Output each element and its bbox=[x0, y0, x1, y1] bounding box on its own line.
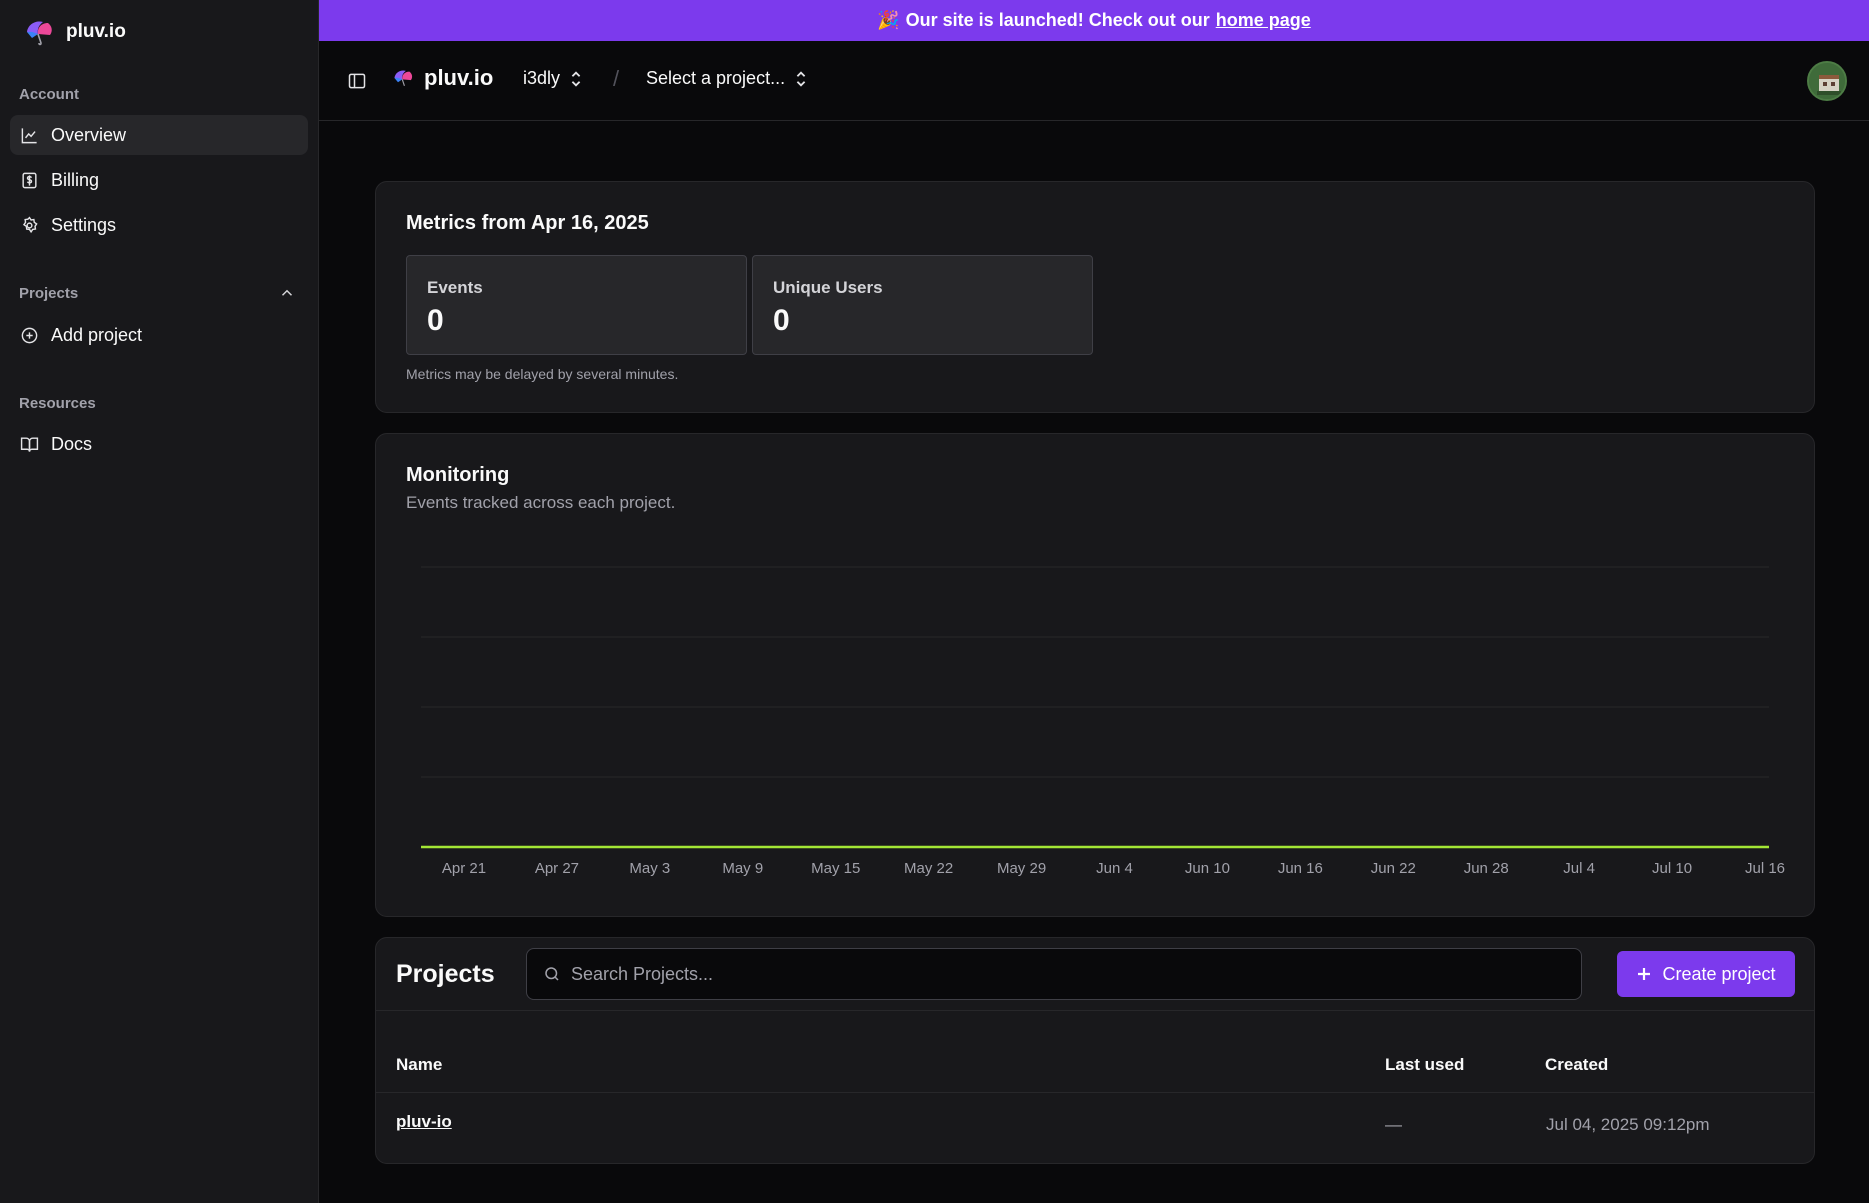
party-icon: 🎉 bbox=[877, 10, 900, 30]
project-link[interactable]: pluv-io bbox=[396, 1112, 452, 1132]
table-header-divider bbox=[376, 1092, 1814, 1093]
sidebar: pluv.io Account Overview Billing Setting… bbox=[0, 0, 319, 1203]
x-tick-label: Apr 21 bbox=[442, 860, 486, 877]
dollar-receipt-icon bbox=[22, 172, 37, 188]
x-tick-label: Jul 10 bbox=[1652, 860, 1692, 877]
x-tick-label: Jun 4 bbox=[1096, 860, 1133, 877]
create-project-button[interactable]: Create project bbox=[1617, 951, 1795, 997]
events-value: 0 bbox=[427, 304, 444, 337]
chart-line-icon bbox=[21, 127, 37, 143]
project-search[interactable] bbox=[526, 948, 1582, 1000]
projects-card: Projects Create project Name Last used C… bbox=[375, 937, 1815, 1164]
project-switcher[interactable]: Select a project... bbox=[646, 68, 809, 89]
sidebar-item-label: Add project bbox=[51, 324, 143, 345]
create-project-label: Create project bbox=[1662, 963, 1776, 984]
sidebar-item-label: Settings bbox=[51, 214, 117, 235]
sidebar-panel-icon bbox=[348, 73, 366, 89]
chevron-up-down-icon bbox=[796, 70, 806, 87]
section-resources: Resources bbox=[19, 395, 96, 412]
sidebar-toggle-button[interactable] bbox=[347, 69, 371, 93]
sidebar-item-add-project[interactable]: Add project bbox=[10, 315, 308, 355]
x-tick-label: Jun 28 bbox=[1464, 860, 1509, 877]
x-tick-label: Jul 4 bbox=[1563, 860, 1595, 877]
metrics-card: Metrics from Apr 16, 2025 Events 0 Uniqu… bbox=[375, 181, 1815, 413]
chevron-up-icon[interactable] bbox=[278, 284, 296, 302]
search-icon bbox=[545, 967, 559, 981]
book-icon bbox=[20, 436, 39, 452]
x-tick-label: May 15 bbox=[811, 860, 860, 877]
x-tick-label: Jun 16 bbox=[1278, 860, 1323, 877]
announcement-banner: 🎉 Our site is launched! Check out our ho… bbox=[319, 0, 1869, 41]
plus-circle-icon bbox=[21, 327, 38, 343]
events-label: Events bbox=[427, 278, 483, 297]
projects-title: Projects bbox=[396, 960, 495, 988]
x-tick-label: Jul 16 bbox=[1745, 860, 1785, 877]
top-bar: pluv.io i3dly / Select a project... bbox=[319, 41, 1869, 121]
section-projects: Projects bbox=[19, 285, 79, 302]
x-tick-label: May 22 bbox=[904, 860, 953, 877]
sidebar-item-docs[interactable]: Docs bbox=[10, 424, 308, 464]
breadcrumb-separator: / bbox=[613, 66, 620, 91]
pluv-logo-icon bbox=[27, 21, 52, 46]
metrics-title: Metrics from Apr 16, 2025 bbox=[406, 212, 649, 234]
banner-text: Our site is launched! Check out our bbox=[905, 10, 1210, 30]
sidebar-item-label: Billing bbox=[51, 169, 100, 190]
search-input[interactable] bbox=[571, 963, 1471, 985]
unique-users-label: Unique Users bbox=[773, 278, 883, 297]
monitoring-chart: Apr 21 Apr 27 May 3 May 9 May 15 May 22 May 29… bbox=[421, 566, 1785, 877]
sidebar-brand[interactable]: pluv.io bbox=[24, 18, 126, 46]
column-header-last-used: Last used bbox=[1385, 1055, 1465, 1074]
sidebar-item-settings[interactable]: Settings bbox=[10, 205, 308, 245]
unique-users-metric: Unique Users 0 bbox=[752, 255, 1093, 355]
chevron-up-down-icon bbox=[571, 70, 581, 87]
column-header-name: Name bbox=[396, 1055, 443, 1074]
project-switcher-label: Select a project... bbox=[646, 68, 786, 88]
plus-icon bbox=[1638, 968, 1651, 980]
topbar-brand[interactable]: pluv.io bbox=[392, 65, 493, 91]
brand-name: pluv.io bbox=[66, 21, 126, 42]
org-name: i3dly bbox=[523, 68, 561, 88]
column-header-created: Created bbox=[1545, 1055, 1609, 1074]
topbar-brand-name: pluv.io bbox=[424, 65, 494, 90]
project-created: Jul 04, 2025 09:12pm bbox=[1546, 1115, 1710, 1134]
unique-users-value: 0 bbox=[773, 304, 790, 337]
gear-icon bbox=[22, 215, 38, 233]
sidebar-item-label: Docs bbox=[51, 433, 93, 454]
x-tick-label: May 9 bbox=[722, 860, 763, 877]
metrics-delay-note: Metrics may be delayed by several minute… bbox=[406, 366, 679, 382]
user-avatar[interactable] bbox=[1807, 61, 1847, 101]
x-tick-label: Jun 10 bbox=[1185, 860, 1230, 877]
section-account: Account bbox=[19, 86, 79, 103]
events-metric: Events 0 bbox=[406, 255, 747, 355]
home-page-link[interactable]: home page bbox=[1216, 10, 1311, 31]
sidebar-item-label: Overview bbox=[51, 124, 127, 145]
sidebar-item-billing[interactable]: Billing bbox=[10, 160, 308, 200]
project-last-used: — bbox=[1385, 1115, 1402, 1134]
avatar-image bbox=[1809, 63, 1845, 99]
monitoring-card: Monitoring Events tracked across each pr… bbox=[375, 433, 1815, 917]
x-tick-label: May 3 bbox=[629, 860, 670, 877]
pluv-logo-icon bbox=[394, 70, 413, 87]
sidebar-item-overview[interactable]: Overview bbox=[10, 115, 308, 155]
x-tick-label: Apr 27 bbox=[535, 860, 579, 877]
x-tick-label: Jun 22 bbox=[1371, 860, 1416, 877]
x-tick-label: May 29 bbox=[997, 860, 1046, 877]
header-divider bbox=[376, 1010, 1814, 1011]
org-switcher[interactable]: i3dly bbox=[523, 68, 584, 89]
